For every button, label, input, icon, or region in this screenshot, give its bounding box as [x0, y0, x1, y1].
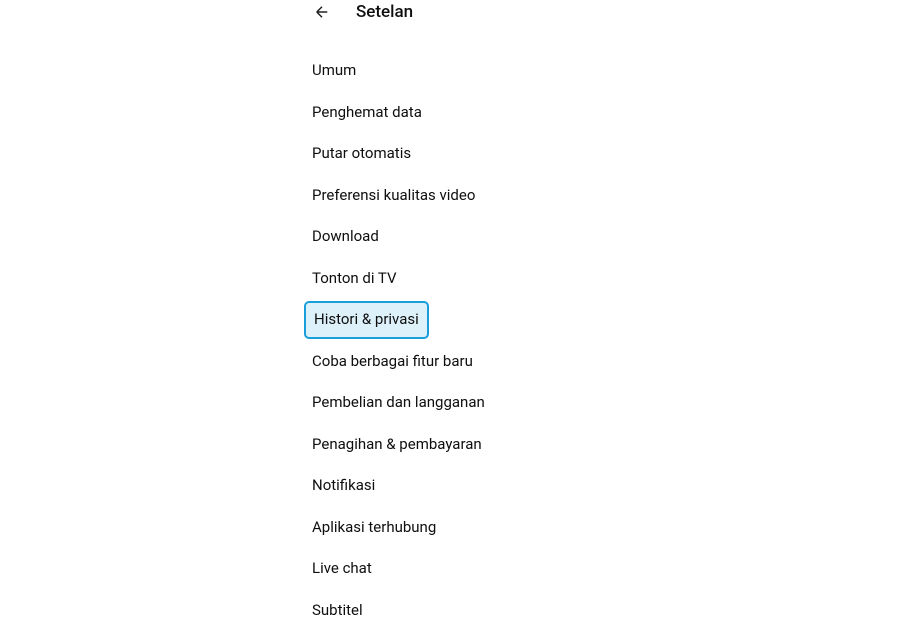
- page-title: Setelan: [356, 2, 413, 22]
- settings-menu-list: Umum Penghemat data Putar otomatis Prefe…: [312, 50, 900, 631]
- settings-header: Setelan: [312, 0, 900, 24]
- menu-item-tonton-di-tv[interactable]: Tonton di TV: [312, 258, 397, 300]
- menu-item-notifikasi[interactable]: Notifikasi: [312, 465, 375, 507]
- menu-item-penghemat-data[interactable]: Penghemat data: [312, 92, 422, 134]
- menu-item-subtitel[interactable]: Subtitel: [312, 590, 363, 631]
- menu-item-putar-otomatis[interactable]: Putar otomatis: [312, 133, 411, 175]
- menu-item-umum[interactable]: Umum: [312, 50, 356, 92]
- menu-item-aplikasi-terhubung[interactable]: Aplikasi terhubung: [312, 507, 436, 549]
- menu-item-pembelian-langganan[interactable]: Pembelian dan langganan: [312, 382, 485, 424]
- menu-item-preferensi-kualitas-video[interactable]: Preferensi kualitas video: [312, 175, 475, 217]
- menu-item-histori-privasi[interactable]: Histori & privasi: [304, 301, 429, 339]
- menu-item-penagihan-pembayaran[interactable]: Penagihan & pembayaran: [312, 424, 482, 466]
- back-arrow-icon[interactable]: [312, 2, 332, 22]
- menu-item-download[interactable]: Download: [312, 216, 379, 258]
- menu-item-coba-fitur-baru[interactable]: Coba berbagai fitur baru: [312, 341, 473, 383]
- menu-item-live-chat[interactable]: Live chat: [312, 548, 372, 590]
